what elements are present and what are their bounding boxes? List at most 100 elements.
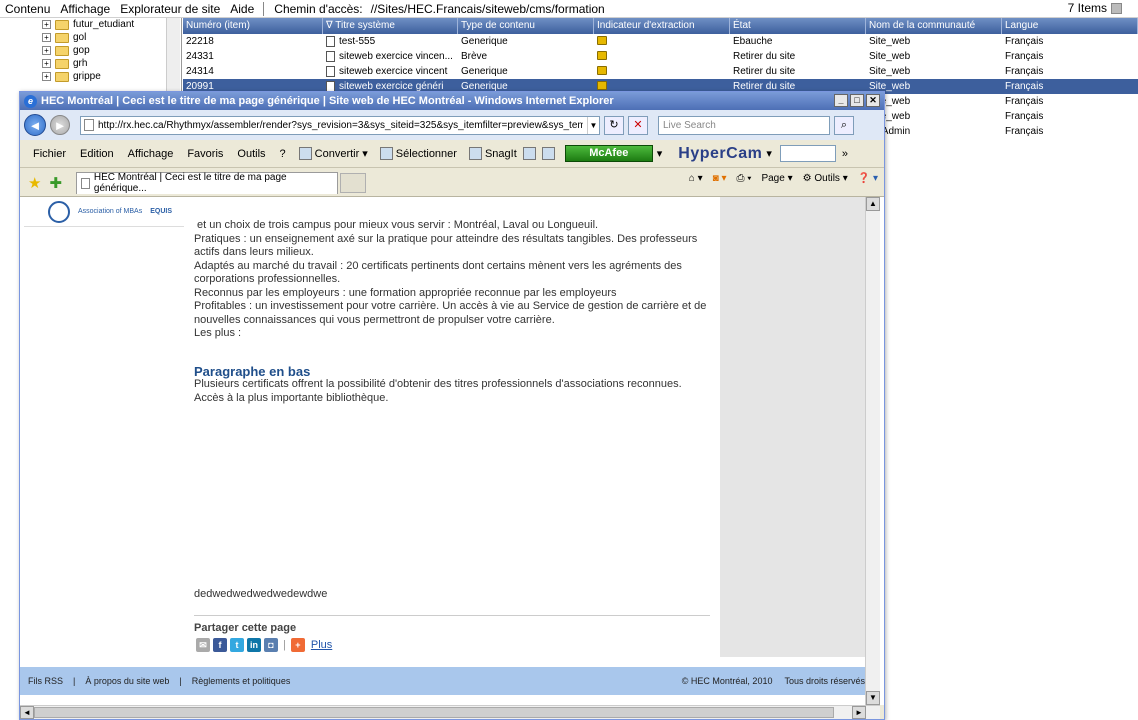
search-icon[interactable]: ⌕ [834,115,854,135]
email-share-icon[interactable]: ✉ [196,638,210,652]
footer-about-link[interactable]: À propos du site web [85,676,169,686]
hypercam-dropdown-icon[interactable]: ▾ [766,147,772,160]
menu-favoris[interactable]: Favoris [180,148,230,160]
twitter-share-icon[interactable]: t [230,638,244,652]
expand-icon[interactable]: + [42,59,51,68]
refresh-icon[interactable] [1111,2,1122,14]
lock-icon [597,50,607,60]
menu-affichage[interactable]: Affichage [121,148,181,160]
home-icon[interactable]: ⌂ ▾ [689,173,703,184]
scroll-left-icon[interactable]: ◄ [20,706,34,719]
tree-node[interactable]: + futur_etudiant [42,18,134,31]
folder-icon [55,45,69,56]
cell-community: Site_web [869,36,911,47]
capture-options-icon[interactable] [541,147,555,160]
page-menu[interactable]: Page ▾ [761,173,792,184]
scroll-right-icon[interactable]: ► [852,706,866,719]
tree-node[interactable]: + gop [42,44,90,57]
cell-id: 24331 [186,51,214,62]
search-input[interactable]: Live Search [658,115,830,135]
cell-lock [594,65,730,78]
maximize-button[interactable]: □ [850,94,864,107]
convert-button[interactable]: Convertir ▾ [293,147,374,160]
scroll-up-icon[interactable]: ▲ [866,197,880,211]
expand-icon[interactable]: + [42,72,51,81]
mcafee-button[interactable]: McAfee [564,145,653,162]
mcafee-dropdown-icon[interactable]: ▾ [657,147,663,160]
hypercam-input[interactable] [779,145,836,162]
menu-explorateur[interactable]: Explorateur de site [115,2,225,16]
myspace-share-icon[interactable]: ◘ [264,638,278,652]
col-header[interactable]: État [730,18,866,34]
table-row[interactable]: 22218 test-555 Generique Ébauche Site_we… [183,34,1138,49]
expand-icon[interactable]: + [42,33,51,42]
stop-button[interactable]: ✕ [628,115,648,135]
menu-contenu[interactable]: Contenu [0,2,55,16]
add-favorite-icon[interactable]: ✚ [45,174,66,192]
close-button[interactable]: ✕ [866,94,880,107]
col-header[interactable]: Nom de la communauté [866,18,1002,34]
refresh-button[interactable]: ↻ [604,115,624,135]
new-tab-button[interactable] [340,172,367,193]
table-row[interactable]: 24314 siteweb exercice vincent Generique… [183,64,1138,79]
cell-lang: Français [1005,81,1044,92]
menu-edition[interactable]: Edition [73,148,121,160]
tree-node[interactable]: + grippe [42,70,101,83]
menu-affichage[interactable]: Affichage [55,2,115,16]
cell-state: Ébauche [733,36,773,47]
snagit-button[interactable]: SnagIt [463,147,523,160]
tree-node[interactable]: + grh [42,57,87,70]
scroll-thumb[interactable] [34,707,834,718]
page-right-column [720,197,865,657]
expand-icon[interactable]: + [42,20,51,29]
minimize-button[interactable]: _ [834,94,848,107]
footer-rss-link[interactable]: Fils RSS [28,676,63,686]
share-plus-link[interactable]: Plus [311,639,332,651]
plus-share-icon[interactable]: + [290,638,305,652]
col-header[interactable]: Type de contenu [458,18,594,34]
command-bar: ⌂ ▾ ◙ ▾ ⎙ ▾ Page ▾ ⚙ Outils ▾ ❓ ▾ [689,173,878,184]
url-dropdown-icon[interactable]: ▼ [587,116,599,134]
forward-button[interactable]: ► [50,115,70,135]
cell-community: Site_web [869,66,911,77]
back-button[interactable]: ◄ [24,114,46,136]
cell-community: Site_web [869,96,911,107]
menu-help[interactable]: ? [273,148,293,160]
table-row[interactable]: 24331 siteweb exercice vincen... Brève R… [183,49,1138,64]
hypercam-logo[interactable]: HyperCam [678,145,762,163]
help-icon[interactable]: ❓ ▾ [858,173,878,184]
menu-aide[interactable]: Aide [225,2,259,16]
menu-fichier[interactable]: Fichier [26,148,73,160]
cell-lang: Français [1005,36,1044,47]
facebook-share-icon[interactable]: f [213,638,227,652]
select-button[interactable]: Sélectionner [374,147,463,160]
horizontal-scrollbar[interactable]: ◄ ► [20,705,880,719]
tools-menu[interactable]: ⚙ Outils ▾ [803,173,848,184]
menu-outils[interactable]: Outils [230,148,272,160]
linkedin-share-icon[interactable]: in [247,638,261,652]
vertical-scrollbar[interactable]: ▲ ▼ [865,197,880,705]
tab-current[interactable]: HEC Montréal | Ceci est le titre de ma p… [76,171,339,194]
feeds-icon[interactable]: ◙ ▾ [713,173,727,184]
footer-rules-link[interactable]: Règlements et politiques [192,676,291,686]
share-separator: | [283,639,286,651]
col-header[interactable]: Indicateur d'extraction [594,18,730,34]
tree-node[interactable]: + gol [42,31,86,44]
toolbar-overflow-icon[interactable]: » [842,148,848,160]
expand-icon[interactable]: + [42,46,51,55]
amba-logo: Association of MBAs [78,207,143,215]
col-header[interactable]: Langue [1002,18,1138,34]
print-icon[interactable]: ⎙ ▾ [736,173,751,184]
scroll-down-icon[interactable]: ▼ [866,691,880,705]
col-header[interactable]: Numéro (item) [183,18,323,34]
content-paragraph: Profitables : un investissement pour vot… [194,300,707,326]
cell-id: 22218 [186,36,214,47]
favorites-star-icon[interactable]: ★ [24,174,45,192]
col-header[interactable]: ∇ Titre système [323,18,458,34]
cell-type: Generique [461,36,508,47]
ie-logo-icon: e [24,94,37,108]
url-input[interactable]: http://rx.hec.ca/Rhythmyx/assembler/rend… [80,115,600,135]
capture-icon[interactable] [522,147,536,160]
menu-separator [263,1,265,16]
ie-titlebar[interactable]: e HEC Montréal | Ceci est le titre de ma… [20,92,884,110]
